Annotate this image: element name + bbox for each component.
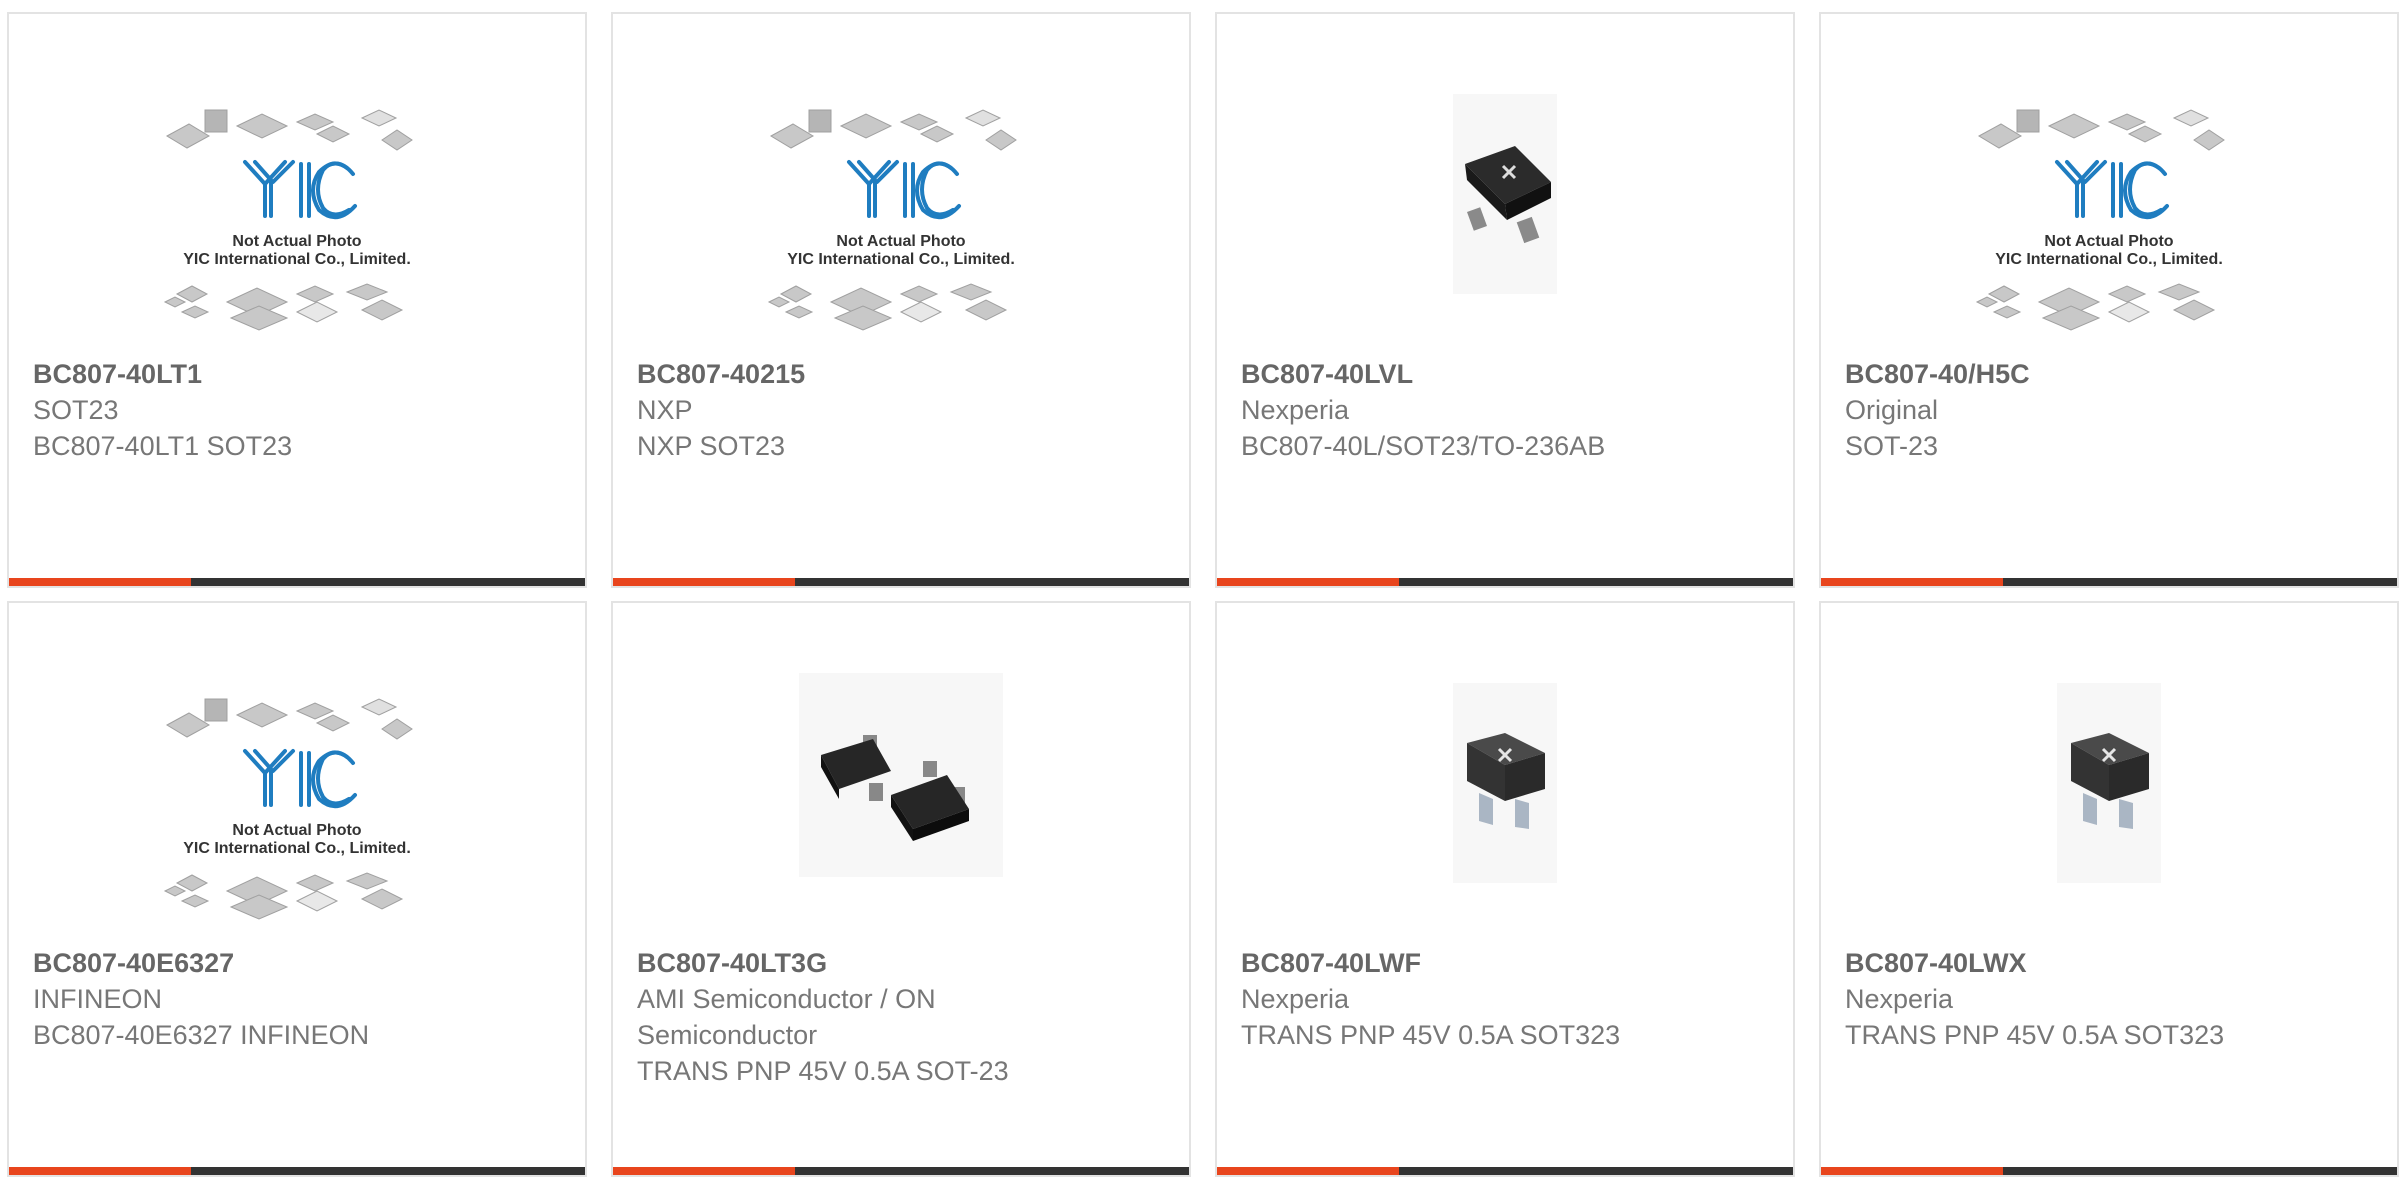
card-accent-bar bbox=[9, 1167, 191, 1175]
product-desc-line: Nexperia bbox=[1241, 984, 1350, 1014]
card-accent-bar bbox=[1821, 1167, 2003, 1175]
product-image[interactable]: Not Actual Photo YIC International Co., … bbox=[1821, 54, 2397, 354]
placeholder-text-1: Not Actual Photo bbox=[232, 822, 361, 839]
product-description: Original SOT-23 bbox=[1845, 392, 2365, 464]
product-desc-line: Nexperia bbox=[1845, 984, 1954, 1014]
product-description: SOT23 BC807-40LT1 SOT23 bbox=[33, 392, 553, 464]
sot323-chip-image bbox=[1453, 683, 1557, 883]
product-card[interactable]: Not Actual Photo YIC International Co., … bbox=[1819, 12, 2399, 588]
product-description: INFINEON BC807-40E6327 INFINEON bbox=[33, 981, 553, 1053]
product-grid: Not Actual Photo YIC International Co., … bbox=[0, 0, 2400, 1177]
product-desc-line: Nexperia bbox=[1241, 395, 1350, 425]
placeholder-text-1: Not Actual Photo bbox=[836, 233, 965, 250]
yic-placeholder-image: Not Actual Photo YIC International Co., … bbox=[767, 109, 1017, 331]
card-bottom-bar bbox=[1821, 1167, 2397, 1175]
placeholder-text-2: YIC International Co., Limited. bbox=[787, 251, 1015, 268]
product-title[interactable]: BC807-40LT3G bbox=[637, 945, 827, 981]
product-desc-line: NXP bbox=[637, 395, 693, 425]
card-accent-bar bbox=[1217, 1167, 1399, 1175]
product-desc-line: AMI Semiconductor / ON bbox=[637, 984, 936, 1014]
product-desc-line: BC807-40L/SOT23/TO-236AB bbox=[1241, 431, 1606, 461]
product-desc-line: TRANS PNP 45V 0.5A SOT-23 bbox=[637, 1056, 1009, 1086]
placeholder-text-2: YIC International Co., Limited. bbox=[183, 251, 411, 268]
product-title[interactable]: BC807-40LT1 bbox=[33, 356, 202, 392]
product-desc-line: Original bbox=[1845, 395, 1939, 425]
product-image[interactable] bbox=[1217, 643, 1793, 943]
product-title[interactable]: BC807-40LWX bbox=[1845, 945, 2027, 981]
product-card[interactable]: Not Actual Photo YIC International Co., … bbox=[611, 12, 1191, 588]
product-title[interactable]: BC807-40E6327 bbox=[33, 945, 234, 981]
card-bottom-bar bbox=[9, 1167, 585, 1175]
product-desc-line: NXP SOT23 bbox=[637, 431, 786, 461]
card-accent-bar bbox=[1217, 578, 1399, 586]
product-image[interactable]: Not Actual Photo YIC International Co., … bbox=[613, 54, 1189, 354]
yic-placeholder-image: Not Actual Photo YIC International Co., … bbox=[1975, 109, 2225, 331]
product-image[interactable]: Not Actual Photo YIC International Co., … bbox=[9, 54, 585, 354]
card-accent-bar bbox=[1821, 578, 2003, 586]
card-bottom-bar bbox=[613, 1167, 1189, 1175]
product-desc-line: BC807-40LT1 SOT23 bbox=[33, 431, 293, 461]
product-description: Nexperia BC807-40L/SOT23/TO-236AB bbox=[1241, 392, 1761, 464]
card-bottom-bar bbox=[613, 578, 1189, 586]
card-accent-bar bbox=[613, 1167, 795, 1175]
card-accent-bar bbox=[9, 578, 191, 586]
product-card[interactable]: Not Actual Photo YIC International Co., … bbox=[7, 601, 587, 1177]
placeholder-text-2: YIC International Co., Limited. bbox=[1995, 251, 2223, 268]
product-description: NXP NXP SOT23 bbox=[637, 392, 1157, 464]
yic-placeholder-image: Not Actual Photo YIC International Co., … bbox=[163, 698, 413, 920]
product-desc-line: SOT23 bbox=[33, 395, 119, 425]
card-bottom-bar bbox=[1821, 578, 2397, 586]
card-bottom-bar bbox=[9, 578, 585, 586]
placeholder-text-1: Not Actual Photo bbox=[232, 233, 361, 250]
product-title[interactable]: BC807-40LWF bbox=[1241, 945, 1421, 981]
product-title[interactable]: BC807-40/H5C bbox=[1845, 356, 2030, 392]
product-card[interactable]: Not Actual Photo YIC International Co., … bbox=[7, 12, 587, 588]
product-description: Nexperia TRANS PNP 45V 0.5A SOT323 bbox=[1845, 981, 2365, 1053]
product-desc-line: INFINEON bbox=[33, 984, 163, 1014]
product-title[interactable]: BC807-40LVL bbox=[1241, 356, 1413, 392]
product-card[interactable]: BC807-40LVL Nexperia BC807-40L/SOT23/TO-… bbox=[1215, 12, 1795, 588]
product-title[interactable]: BC807-40215 bbox=[637, 356, 805, 392]
yic-placeholder-image: Not Actual Photo YIC International Co., … bbox=[163, 109, 413, 331]
product-desc-line: TRANS PNP 45V 0.5A SOT323 bbox=[1845, 1020, 2225, 1050]
placeholder-text-2: YIC International Co., Limited. bbox=[183, 840, 411, 857]
product-desc-line: Semiconductor bbox=[637, 1020, 818, 1050]
card-bottom-bar bbox=[1217, 578, 1793, 586]
product-card[interactable]: BC807-40LT3G AMI Semiconductor / ON Semi… bbox=[611, 601, 1191, 1177]
product-image[interactable] bbox=[1821, 643, 2397, 943]
product-description: AMI Semiconductor / ON Semiconductor TRA… bbox=[637, 981, 1157, 1089]
product-desc-line: SOT-23 bbox=[1845, 431, 1939, 461]
product-card[interactable]: BC807-40LWX Nexperia TRANS PNP 45V 0.5A … bbox=[1819, 601, 2399, 1177]
card-accent-bar bbox=[613, 578, 795, 586]
product-desc-line: BC807-40E6327 INFINEON bbox=[33, 1020, 370, 1050]
card-bottom-bar bbox=[1217, 1167, 1793, 1175]
product-image[interactable]: Not Actual Photo YIC International Co., … bbox=[9, 643, 585, 943]
product-image[interactable] bbox=[1217, 54, 1793, 354]
two-sot23-chips-image bbox=[799, 673, 1003, 877]
product-description: Nexperia TRANS PNP 45V 0.5A SOT323 bbox=[1241, 981, 1761, 1053]
sot23-chip-image bbox=[1453, 94, 1557, 294]
product-card[interactable]: BC807-40LWF Nexperia TRANS PNP 45V 0.5A … bbox=[1215, 601, 1795, 1177]
product-image[interactable] bbox=[613, 643, 1189, 943]
product-desc-line: TRANS PNP 45V 0.5A SOT323 bbox=[1241, 1020, 1621, 1050]
sot323-chip-image bbox=[2057, 683, 2161, 883]
placeholder-text-1: Not Actual Photo bbox=[2044, 233, 2173, 250]
